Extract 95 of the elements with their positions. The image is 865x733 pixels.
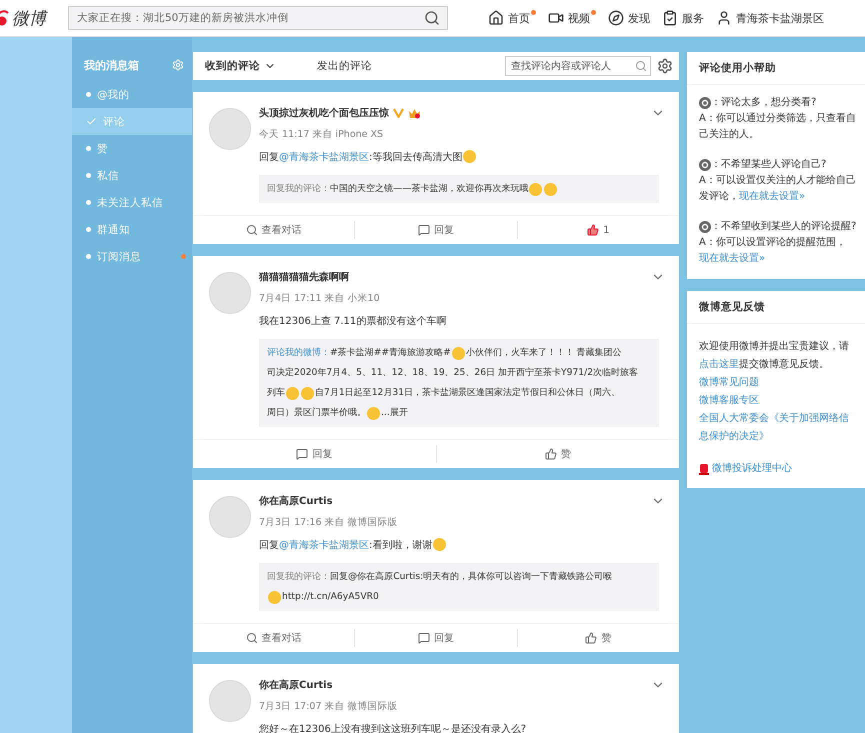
discover-icon (608, 10, 624, 26)
user-icon (716, 10, 732, 26)
search-icon[interactable] (635, 60, 647, 72)
quote-text: 回复@你在高原Curtis:明天有的，具体你可以咨询一下青藏铁路公司喉 (330, 570, 612, 584)
mention-link[interactable]: @青海茶卡盐湖景区 (279, 152, 369, 163)
help-answer: A：你可以通过分类筛选，只查看自己关注的人。 (699, 112, 857, 142)
avatar-image (209, 680, 251, 722)
help-question: ：评论太多，想分类看? (711, 96, 816, 110)
tab[interactable]: 收到的评论 (205, 59, 317, 73)
emoji-icon (367, 406, 380, 420)
click-here-link[interactable]: 点击这里 (699, 359, 739, 370)
bullet-icon (86, 227, 91, 232)
quote-text: 自7月1日起至12月31日，茶卡盐湖景区逢国家法定节假日和公休日（周六、 (315, 386, 620, 400)
question-icon (699, 97, 711, 109)
quote-text: 司决定2020年7月4、5、11、12、18、19、25、26日 加开西宁至茶卡Y971/2次临时旅客 (267, 366, 638, 380)
check-icon (86, 116, 97, 127)
avatar-image (209, 108, 251, 150)
emoji-icon (544, 182, 558, 196)
avatar-image (209, 272, 251, 314)
comment-meta: 7月3日 17:16 来自 微博国际版 (259, 516, 399, 529)
emoji-icon (463, 150, 476, 163)
reply-button[interactable]: 回复 (354, 221, 517, 239)
nav-link[interactable]: 视频 (548, 10, 590, 26)
help-link[interactable]: 微博客服专区 (699, 392, 857, 410)
emoji-icon (452, 346, 465, 360)
settings-icon[interactable] (657, 58, 673, 74)
comment-meta: 7月3日 17:07 来自 微博国际版 (259, 700, 399, 713)
quote-text: 列车 (267, 386, 285, 400)
user-name[interactable]: 你在高原Curtis (259, 678, 333, 692)
help-question: ：不希望收到某些人的评论提醒? (711, 220, 856, 234)
help-link[interactable]: 微博常见问题 (699, 374, 857, 392)
service-icon (662, 10, 678, 26)
search-field[interactable]: 大家正在搜：湖北50万建的新房被洪水冲倒 (68, 6, 448, 30)
nav-link[interactable]: 发现 (608, 10, 650, 26)
help-answer: A：可以设置仅关注的人才能给自己发评论，现在就去设置» (699, 174, 857, 204)
search-icon[interactable] (424, 10, 440, 26)
quote-text: 周日）景区门票半价哦。 (267, 406, 366, 420)
panel-title: 评论使用小帮助 (687, 52, 865, 85)
view-conversation-button[interactable]: 查看对话 (193, 221, 354, 239)
nav-link[interactable]: 青海茶卡盐湖景区 (716, 10, 824, 26)
emoji-icon (268, 590, 281, 604)
bullet-icon (86, 92, 91, 97)
home-icon (488, 10, 504, 26)
logo-icon (0, 10, 10, 26)
quote-text: 小伙伴们，火车来了！！！ 青藏集团公 (466, 346, 622, 360)
emoji-icon (529, 182, 542, 196)
bullet-icon (86, 200, 91, 205)
quote-label: 回复我的评论： (267, 182, 330, 196)
reply-button[interactable]: 回复 (193, 445, 436, 463)
question-icon (699, 159, 711, 171)
sidebar-title: 我的消息箱 (84, 58, 139, 72)
avatar-image (209, 496, 251, 538)
logo-text: 微博 (12, 8, 46, 30)
view-conversation-button[interactable]: 查看对话 (193, 629, 354, 647)
quote-text: http://t.cn/A6yA5VR0 (282, 590, 379, 604)
like-button[interactable]: 赞 (436, 445, 679, 463)
feedback-text: 欢迎使用微博并提出宝贵建议，请 点击这里提交微博意见反馈。 (699, 340, 850, 372)
emoji-icon (433, 538, 446, 551)
help-question: ：不希望某些人评论自己? (711, 158, 826, 172)
question-icon (699, 221, 711, 233)
like-button[interactable]: 赞 (516, 629, 679, 647)
quote-label: 回复我的评论： (267, 570, 330, 584)
reply-button[interactable]: 回复 (354, 629, 517, 647)
bullet-icon (86, 254, 91, 259)
panel-title: 微博意见反馈 (687, 291, 865, 324)
comment-text: 回复 (259, 152, 279, 163)
quote-text: #茶卡盐湖##青海旅游攻略# (330, 346, 451, 360)
emoji-icon (286, 386, 299, 400)
mention-link[interactable]: @青海茶卡盐湖景区 (279, 540, 369, 551)
comment-meta: 7月4日 17:11 来自 小米10 (259, 292, 381, 305)
quote-text: ...展开 (381, 406, 408, 420)
user-name[interactable]: 头顶掠过灰机吃个面包压压惊 (259, 106, 389, 120)
user-name[interactable]: 猫猫猫猫猫先森啊啊 (259, 270, 349, 284)
user-name[interactable]: 你在高原Curtis (259, 494, 333, 508)
bullet-icon (86, 146, 91, 151)
settings-link[interactable]: 现在就去设置» (699, 253, 766, 264)
comment-text: 回复 (259, 540, 279, 551)
nav-link[interactable]: 首页 (488, 10, 530, 26)
bullet-icon (86, 173, 91, 178)
alarm-icon (699, 463, 709, 475)
comment-search-field[interactable]: 查找评论内容或评论人 (505, 56, 651, 76)
settings-link[interactable]: 现在就去设置» (739, 191, 806, 202)
tab[interactable]: 发出的评论 (317, 59, 429, 73)
help-answer: A：你可以设置评论的提醒范围， 现在就去设置» (699, 236, 847, 266)
comment-text: :看到啦，谢谢 (369, 540, 432, 551)
nav-link[interactable]: 服务 (662, 10, 704, 26)
quote-text: 中国的天空之镜——茶卡盐湖，欢迎你再次来玩哦 (330, 182, 528, 196)
help-link[interactable]: 全国人大常委会《关于加强网络信息保护的决定》 (699, 410, 857, 446)
like-button[interactable]: 1 (516, 221, 679, 239)
emoji-icon (301, 386, 314, 400)
comment-text: :等我回去传高清大图 (369, 152, 462, 163)
comment-text: 我在12306上查 7.11的票都没有这个车啊 (259, 316, 446, 327)
mention-link[interactable]: 评论我的微博： (267, 343, 330, 363)
complaint-link[interactable]: 微博投诉处理中心 (712, 460, 792, 478)
comment-meta: 今天 11:17 来自 iPhone XS (259, 128, 384, 141)
